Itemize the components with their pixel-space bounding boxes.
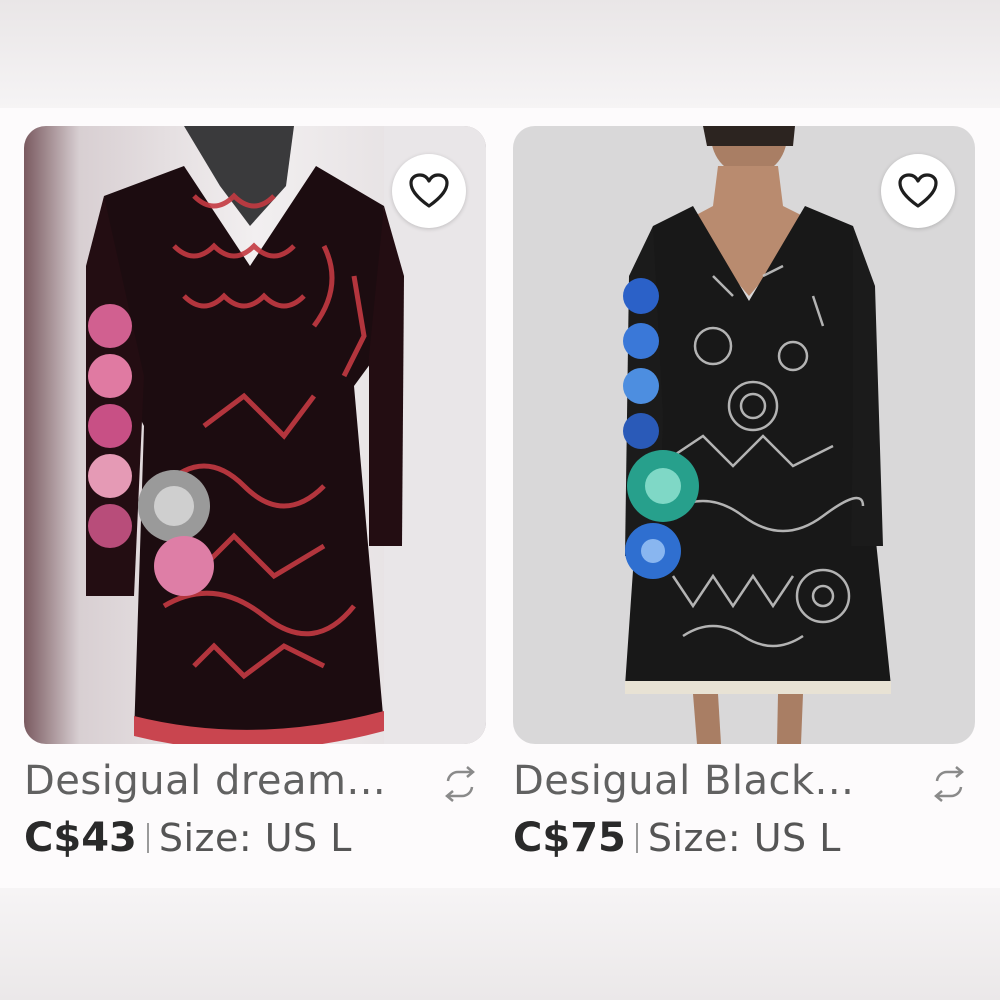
listing-title-row: Desigual Black...: [513, 758, 975, 808]
listing-price: C$75: [513, 815, 626, 861]
heart-icon: [898, 173, 938, 208]
listing-title[interactable]: Desigual Black...: [513, 758, 854, 804]
like-button[interactable]: [392, 154, 466, 228]
listing-title-row: Desigual dream...: [24, 758, 486, 808]
divider: [146, 823, 149, 853]
listing-card[interactable]: Desigual Black... C$75 Size: US L: [513, 126, 975, 866]
like-button[interactable]: [881, 154, 955, 228]
listing-meta-row: C$75 Size: US L: [513, 812, 841, 864]
listing-card[interactable]: Desigual dream... C$43 Size: US L: [24, 126, 486, 866]
listing-price: C$43: [24, 815, 137, 861]
divider: [635, 823, 638, 853]
listing-title[interactable]: Desigual dream...: [24, 758, 386, 804]
listing-size: Size: US L: [647, 816, 841, 860]
listing-meta-row: C$43 Size: US L: [24, 812, 352, 864]
repost-icon[interactable]: [440, 764, 480, 804]
listing-photo[interactable]: [24, 126, 486, 744]
heart-icon: [409, 173, 449, 208]
listing-size: Size: US L: [158, 816, 352, 860]
repost-icon[interactable]: [929, 764, 969, 804]
listing-photo[interactable]: [513, 126, 975, 744]
